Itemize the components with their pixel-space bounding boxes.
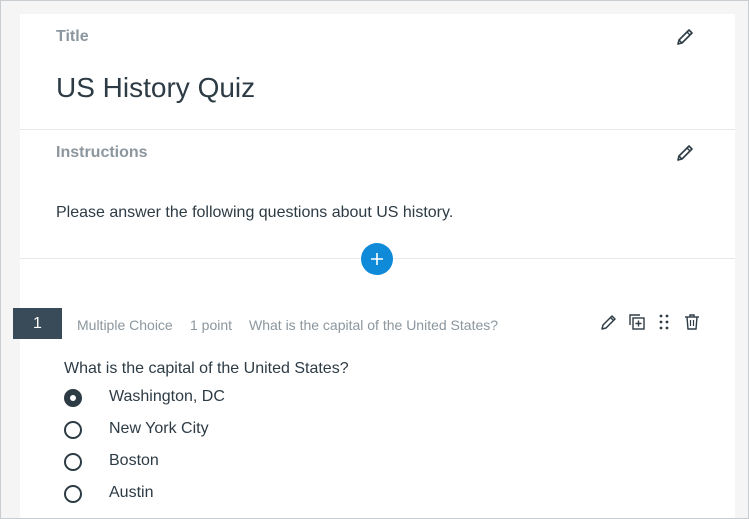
answer-label: New York City	[109, 420, 209, 437]
question-type: Multiple Choice	[77, 317, 173, 333]
question-points: 1 point	[190, 317, 233, 333]
radio-selected-icon[interactable]	[64, 389, 82, 407]
radio-unselected-icon[interactable]	[64, 453, 82, 471]
question-number-badge: 1	[13, 308, 62, 339]
plus-icon	[371, 253, 383, 265]
question-text: What is the capital of the United States…	[64, 360, 349, 377]
edit-question-pencil-icon[interactable]	[599, 312, 619, 332]
instructions-label: Instructions	[56, 144, 148, 161]
answer-label: Austin	[109, 484, 154, 501]
edit-instructions-pencil-icon[interactable]	[674, 142, 696, 164]
duplicate-icon[interactable]	[627, 312, 647, 332]
drag-handle-icon[interactable]	[654, 312, 674, 332]
question-preview: What is the capital of the United States…	[249, 317, 499, 333]
answer-label: Washington, DC	[109, 388, 225, 405]
quiz-card: Title US History Quiz Instructions Pleas…	[13, 14, 735, 518]
edit-title-pencil-icon[interactable]	[674, 26, 696, 48]
section-divider	[20, 129, 735, 130]
add-question-button[interactable]	[361, 243, 393, 275]
quiz-editor-frame: Title US History Quiz Instructions Pleas…	[0, 0, 749, 519]
trash-icon[interactable]	[682, 312, 702, 332]
radio-unselected-icon[interactable]	[64, 421, 82, 439]
instructions-text: Please answer the following questions ab…	[56, 204, 454, 221]
quiz-title: US History Quiz	[56, 72, 256, 103]
title-label: Title	[56, 28, 89, 45]
radio-unselected-icon[interactable]	[64, 485, 82, 503]
answer-label: Boston	[109, 452, 159, 469]
